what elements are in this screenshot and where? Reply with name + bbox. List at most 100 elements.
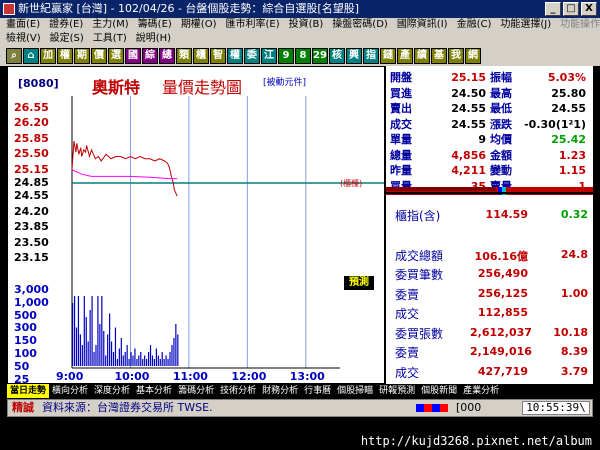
- price-tick-label: 26.20: [14, 116, 49, 130]
- quote-value: 24.50: [451, 86, 486, 100]
- buy-sell-ratio-bar: [386, 187, 593, 195]
- tab-11[interactable]: 產業分析: [460, 384, 502, 398]
- forecast-button[interactable]: 預測: [344, 276, 374, 290]
- volume-bar: [149, 345, 152, 366]
- summary-value: 2,612,037: [470, 325, 532, 339]
- quote-value: 25.80: [551, 86, 586, 100]
- volume-bar: [146, 359, 148, 366]
- price-tick-label: 25.50: [14, 147, 49, 161]
- tab-2[interactable]: 深度分析: [91, 384, 133, 398]
- volume-bar: [110, 341, 113, 366]
- volume-bar: [175, 324, 177, 366]
- volume-bar: [97, 296, 99, 366]
- volume-bar: [75, 327, 78, 366]
- summary-ratio: 10.18: [553, 325, 588, 339]
- connection-indicator: [416, 404, 448, 412]
- quote-label: 成交: [390, 117, 412, 131]
- status-counter: [000: [456, 401, 482, 414]
- reference-tag: (櫃檯): [340, 179, 363, 188]
- summary-ratio: 24.8: [560, 248, 588, 261]
- summary-label: 成交總額: [395, 249, 444, 263]
- price-tick-label: 25.85: [14, 131, 49, 145]
- volume-bar: [116, 359, 119, 366]
- quote-label: 振幅: [490, 71, 512, 84]
- volume-bar: [169, 352, 171, 366]
- volume-bar: [134, 348, 136, 366]
- volume-bar: [109, 313, 111, 366]
- volume-bar: [138, 355, 140, 366]
- volume-bar: [73, 296, 76, 366]
- tab-4[interactable]: 籌碼分析: [175, 384, 217, 398]
- volume-bar: [122, 355, 124, 366]
- tab-5[interactable]: 技術分析: [217, 384, 259, 398]
- status-bar: 精誠 資料來源：台灣證券交易所 TWSE. [000 10:55:39\: [7, 399, 593, 417]
- summary-label: 成交: [395, 307, 420, 321]
- summary-label: 委買張數: [395, 326, 444, 341]
- summary-value: 2,149,016: [470, 345, 532, 358]
- volume-bar: [159, 359, 161, 366]
- tab-0[interactable]: 當日走勢: [7, 384, 50, 398]
- summary-value: 114.59: [485, 208, 528, 221]
- volume-bar: [81, 345, 83, 366]
- volume-bar: [112, 352, 115, 366]
- price-tick-label: 24.20: [14, 204, 49, 218]
- tab-1[interactable]: 橫向分析: [49, 384, 91, 398]
- tab-8[interactable]: 個股掃瞄: [334, 384, 376, 398]
- volume-bar: [140, 352, 142, 366]
- summary-ratio: 1.00: [560, 286, 588, 300]
- volume-tick-label: 500: [14, 308, 37, 322]
- quote-label: 金額: [490, 148, 512, 162]
- quote-label: 變動: [490, 164, 512, 177]
- tab-9[interactable]: 研報預測: [376, 384, 418, 398]
- summary-label: 成交: [395, 365, 420, 380]
- time-tick-label: 13:00: [289, 370, 325, 383]
- quote-value: 5.03%: [547, 71, 586, 84]
- price-tick-label: 23.85: [14, 220, 49, 234]
- volume-bar: [93, 352, 95, 366]
- quote-label: 開盤: [390, 71, 412, 84]
- volume-bar: [77, 296, 80, 366]
- time-tick-label: 10:00: [114, 370, 150, 383]
- volume-bar: [101, 296, 103, 366]
- volume-tick-label: 300: [14, 321, 37, 335]
- quote-value: 1.23: [558, 148, 586, 162]
- summary-ratio: 8.39: [560, 345, 588, 358]
- status-brand: 精誠: [12, 401, 34, 414]
- volume-bar: [157, 355, 159, 366]
- volume-tick-label: 150: [14, 334, 37, 348]
- tab-3[interactable]: 基本分析: [133, 384, 175, 398]
- quote-label: 漲跌: [490, 117, 512, 131]
- quote-value: 25.42: [551, 133, 586, 146]
- quote-value: 9: [478, 133, 486, 146]
- summary-label: 委賣: [395, 346, 420, 360]
- data-source-text: 資料來源：台灣證券交易所 TWSE.: [42, 401, 213, 414]
- quote-label: 單量: [390, 133, 412, 146]
- summary-value: 256,490: [477, 267, 528, 280]
- volume-tick-label: 1,000: [14, 295, 49, 309]
- price-tick-label: 23.50: [14, 235, 49, 249]
- volume-bar: [124, 352, 126, 366]
- volume-bar: [99, 324, 101, 366]
- price-tick-label: 23.15: [14, 251, 49, 264]
- volume-bar: [171, 345, 173, 366]
- volume-bar: [83, 296, 85, 366]
- quote-label: 賣出: [390, 102, 412, 115]
- volume-bar: [85, 317, 87, 366]
- volume-bar: [136, 359, 138, 366]
- volume-bar: [130, 352, 132, 366]
- summary-ratio: 3.79: [560, 364, 588, 378]
- quote-value: 24.55: [451, 102, 486, 115]
- volume-bar: [103, 331, 105, 366]
- volume-bar: [163, 359, 165, 366]
- time-tick-label: 9:00: [56, 370, 84, 383]
- series-price-line: [71, 141, 178, 197]
- volume-bar: [161, 352, 163, 366]
- summary-label: 委買筆數: [395, 268, 444, 282]
- summary-value: 112,855: [477, 306, 528, 319]
- tab-6[interactable]: 財務分析: [259, 384, 301, 398]
- tab-7[interactable]: 行事曆: [301, 384, 334, 398]
- quote-label: 均價: [490, 133, 512, 146]
- tab-10[interactable]: 個股新聞: [418, 384, 460, 398]
- price-tick-label: 24.55: [14, 189, 49, 203]
- quote-label: 買進: [390, 86, 412, 100]
